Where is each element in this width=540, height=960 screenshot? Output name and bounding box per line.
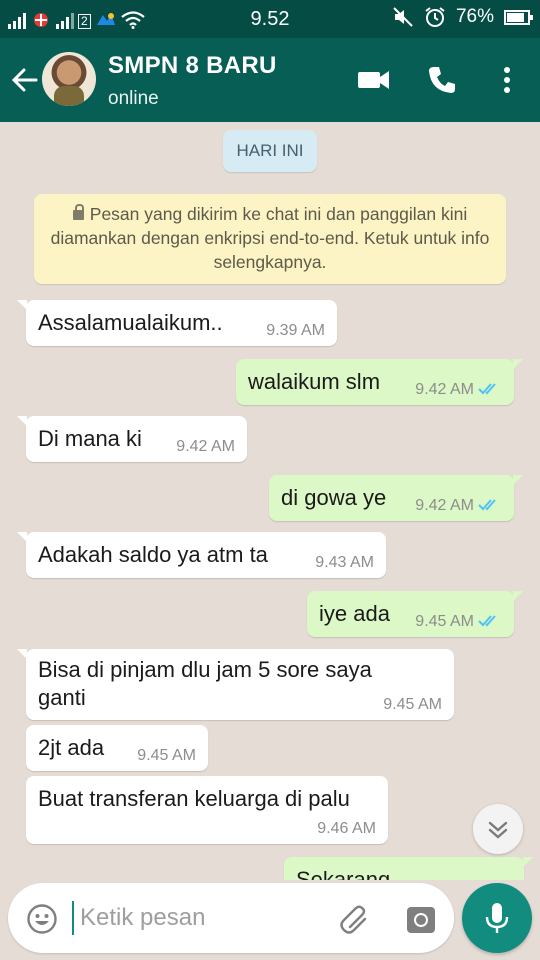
message-outgoing[interactable]: walaikum slm 9.42 AM bbox=[236, 359, 523, 405]
message-incoming[interactable]: Assalamualaikum.. 9.39 AM bbox=[17, 300, 337, 346]
message-text: Buat transferan keluarga di palu bbox=[38, 786, 350, 811]
message-incoming[interactable]: Di mana ki 9.42 AM bbox=[17, 416, 247, 462]
message-outgoing[interactable]: iye ada 9.45 AM bbox=[307, 591, 523, 637]
message-outgoing[interactable]: Sekarang bbox=[284, 857, 533, 880]
message-text: Sekarang bbox=[296, 867, 391, 880]
message-meta: 9.42 AM bbox=[415, 497, 502, 515]
mute-icon bbox=[392, 6, 414, 28]
message-outgoing[interactable]: di gowa ye 9.42 AM bbox=[269, 475, 523, 521]
read-ticks-icon bbox=[478, 615, 496, 627]
contact-name[interactable]: SMPN 8 BARU bbox=[108, 52, 277, 80]
message-time: 9.39 AM bbox=[266, 322, 325, 339]
message-time: 9.42 AM bbox=[176, 438, 235, 455]
microphone-icon bbox=[485, 903, 509, 933]
text-caret bbox=[72, 901, 74, 935]
message-incoming[interactable]: 2jt ada 9.45 AM bbox=[26, 725, 208, 771]
emoji-icon[interactable] bbox=[26, 903, 58, 935]
read-ticks-icon bbox=[478, 383, 496, 395]
message-text: Assalamualaikum.. bbox=[38, 310, 223, 335]
message-incoming[interactable]: Buat transferan keluarga di palu 9.46 AM bbox=[26, 776, 388, 844]
message-time: 9.42 AM bbox=[415, 381, 474, 398]
read-ticks-icon bbox=[478, 499, 496, 511]
message-time: 9.45 AM bbox=[415, 613, 474, 630]
contact-status: online bbox=[108, 88, 159, 109]
message-incoming[interactable]: Adakah saldo ya atm ta 9.43 AM bbox=[17, 532, 386, 578]
message-text: Di mana ki bbox=[38, 426, 142, 451]
message-time: 9.46 AM bbox=[317, 820, 376, 837]
alarm-icon bbox=[424, 6, 446, 28]
attach-icon[interactable] bbox=[338, 903, 372, 937]
message-time: 9.45 AM bbox=[383, 696, 442, 713]
message-meta: 9.45 AM bbox=[415, 613, 502, 631]
status-right: 76% bbox=[392, 6, 533, 28]
encryption-notice[interactable]: Pesan yang dikirim ke chat ini dan pangg… bbox=[34, 194, 506, 284]
lock-icon bbox=[72, 204, 84, 220]
date-chip: HARI INI bbox=[223, 130, 317, 172]
message-text: Bisa di pinjam dlu jam 5 sore saya ganti bbox=[38, 657, 372, 710]
message-text: di gowa ye bbox=[281, 485, 387, 510]
battery-percent: 76% bbox=[455, 6, 494, 27]
message-text: Adakah saldo ya atm ta bbox=[38, 542, 268, 567]
message-text: walaikum slm bbox=[248, 369, 381, 394]
voice-call-icon[interactable] bbox=[426, 64, 462, 96]
mic-button[interactable] bbox=[462, 883, 532, 953]
scroll-down-button[interactable] bbox=[473, 804, 523, 854]
video-call-icon[interactable] bbox=[356, 64, 392, 96]
message-meta: 9.42 AM bbox=[415, 381, 502, 399]
message-composer bbox=[8, 883, 454, 953]
message-time: 9.45 AM bbox=[137, 747, 196, 764]
message-incoming[interactable]: Bisa di pinjam dlu jam 5 sore saya ganti… bbox=[17, 649, 454, 720]
encryption-text: Pesan yang dikirim ke chat ini dan pangg… bbox=[50, 204, 490, 272]
back-arrow-icon[interactable] bbox=[10, 62, 40, 98]
contact-avatar[interactable] bbox=[42, 52, 96, 106]
message-input[interactable] bbox=[80, 899, 320, 937]
message-time: 9.43 AM bbox=[315, 554, 374, 571]
more-options-icon[interactable] bbox=[494, 64, 520, 96]
double-chevron-down-icon bbox=[488, 821, 508, 839]
camera-icon[interactable] bbox=[404, 903, 438, 937]
status-bar: 2 9.52 76% bbox=[0, 0, 540, 38]
message-text: 2jt ada bbox=[38, 735, 105, 760]
battery-icon bbox=[504, 9, 533, 25]
chat-header: SMPN 8 BARU online bbox=[0, 38, 540, 122]
message-text: iye ada bbox=[319, 601, 390, 626]
chat-area[interactable]: HARI INI Pesan yang dikirim ke chat ini … bbox=[0, 122, 540, 880]
message-time: 9.42 AM bbox=[415, 497, 474, 514]
